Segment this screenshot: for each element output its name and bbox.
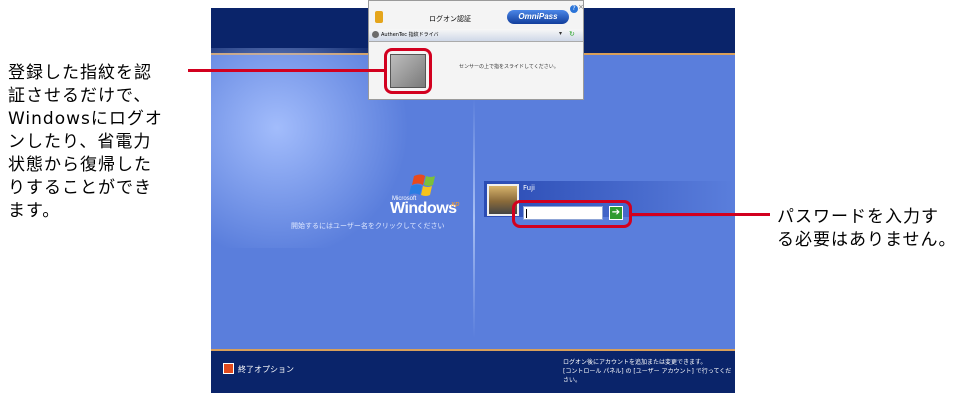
connector-line-left [188, 69, 386, 72]
annotation-left-line: 状態から復帰した [8, 155, 152, 175]
device-dropdown-value: AuthenTec 指紋ドライバ [381, 32, 439, 38]
annotation-right-line: る必要はありません。 [777, 230, 957, 250]
connector-line-right [630, 213, 770, 216]
highlight-ring-password [512, 200, 632, 228]
center-divider [473, 98, 475, 338]
annotation-left-line: 証させるだけで、 [8, 86, 152, 106]
annotation-left-line: ます。 [8, 201, 61, 221]
annotation-left-line: ンしたり、省電力 [8, 132, 152, 152]
annotation-left-line: りすることができ [8, 178, 152, 198]
annotation-right-line: パスワードを入力す [777, 207, 939, 227]
annotation-left-line: Windowsにログオ [8, 109, 163, 129]
dialog-title: ログオン認証 [429, 15, 471, 23]
help-icon[interactable]: ? [570, 5, 578, 13]
footer-note: ログオン後にアカウントを追加または変更できます。 [コントロール パネル] の … [563, 358, 733, 385]
highlight-ring-sensor [384, 48, 432, 94]
fingerprint-device-icon [372, 31, 379, 38]
annotation-left: 登録した指紋を認 証させるだけで、 Windowsにログオ ンしたり、省電力 状… [8, 62, 188, 223]
omnipass-brand-logo: OmniPass [507, 10, 569, 24]
shutdown-icon[interactable] [223, 363, 234, 374]
device-dropdown[interactable]: AuthenTec 指紋ドライバ ▾ ↻ [369, 29, 583, 42]
close-icon[interactable]: × [578, 3, 584, 11]
welcome-hint: 開始するにはユーザー名をクリックしてください [291, 222, 445, 230]
omnipass-app-icon [375, 11, 383, 23]
shutdown-options-link[interactable]: 終了オプション [238, 364, 294, 375]
annotation-right: パスワードを入力す る必要はありません。 [777, 206, 977, 252]
refresh-icon[interactable]: ↻ [569, 30, 575, 38]
annotation-left-line: 登録した指紋を認 [8, 63, 152, 83]
chevron-down-icon[interactable]: ▾ [559, 30, 562, 37]
footer-note-line: [コントロール パネル] の [ユーザー アカウント] で行ってください。 [563, 368, 732, 384]
logo-xp-text: xp [451, 200, 460, 208]
footer-note-line: ログオン後にアカウントを追加または変更できます。 [563, 359, 707, 366]
logo-windows-text: Windows [390, 200, 457, 217]
user-name: Fuji [523, 184, 535, 192]
dialog-message: センサーの上で指をスライドしてください。 [459, 64, 559, 70]
